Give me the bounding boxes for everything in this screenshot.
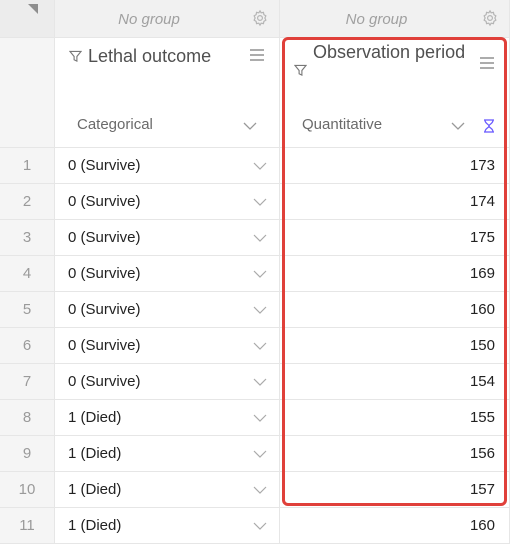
- menu-icon[interactable]: [479, 56, 495, 70]
- cell-value: 0 (Survive): [68, 157, 141, 174]
- filter-icon[interactable]: [69, 50, 82, 63]
- cell-value: 1 (Died): [68, 481, 122, 498]
- cell-value: 160: [469, 517, 495, 534]
- column-title-wrap: Lethal outcome: [69, 46, 239, 66]
- row-number[interactable]: 5: [0, 292, 55, 328]
- cell-value: 156: [469, 445, 495, 462]
- cell-value: 0 (Survive): [68, 337, 141, 354]
- column-header-observation-period[interactable]: Observation period Quantitative: [280, 38, 510, 148]
- gear-icon[interactable]: [481, 9, 499, 27]
- cell-value: 1 (Died): [68, 409, 122, 426]
- gear-icon[interactable]: [251, 9, 269, 27]
- cell-value: 157: [469, 481, 495, 498]
- cell-value: 150: [469, 337, 495, 354]
- menu-icon[interactable]: [249, 48, 265, 62]
- row-number[interactable]: 1: [0, 148, 55, 184]
- cell-value: 154: [469, 373, 495, 390]
- chevron-down-icon[interactable]: [253, 342, 267, 350]
- row-number[interactable]: 9: [0, 436, 55, 472]
- row-number[interactable]: 2: [0, 184, 55, 220]
- cell-lethal-outcome[interactable]: 0 (Survive): [55, 148, 280, 184]
- cell-lethal-outcome[interactable]: 1 (Died): [55, 508, 280, 544]
- chevron-down-icon[interactable]: [253, 522, 267, 530]
- cell-lethal-outcome[interactable]: 0 (Survive): [55, 220, 280, 256]
- chevron-down-icon[interactable]: [253, 198, 267, 206]
- column-header-lethal-outcome[interactable]: Lethal outcome Categorical: [55, 38, 280, 148]
- cell-lethal-outcome[interactable]: 0 (Survive): [55, 184, 280, 220]
- row-number[interactable]: 10: [0, 472, 55, 508]
- select-all-corner[interactable]: [0, 0, 55, 38]
- row-number[interactable]: 4: [0, 256, 55, 292]
- row-number[interactable]: 11: [0, 508, 55, 544]
- cell-value: 160: [469, 301, 495, 318]
- cell-lethal-outcome[interactable]: 1 (Died): [55, 400, 280, 436]
- chevron-down-icon[interactable]: [253, 450, 267, 458]
- group-header-observation-period: No group: [280, 0, 510, 38]
- group-header-lethal-outcome: No group: [55, 0, 280, 38]
- cell-observation-period[interactable]: 160: [280, 292, 510, 328]
- chevron-down-icon[interactable]: [243, 122, 257, 130]
- column-title: Observation period: [313, 42, 466, 62]
- chevron-down-icon[interactable]: [253, 414, 267, 422]
- cell-value: 174: [469, 193, 495, 210]
- chevron-down-icon[interactable]: [253, 162, 267, 170]
- cell-observation-period[interactable]: 150: [280, 328, 510, 364]
- group-label: No group: [118, 11, 180, 28]
- row-number-header: [0, 38, 55, 148]
- cell-observation-period[interactable]: 160: [280, 508, 510, 544]
- cell-observation-period[interactable]: 157: [280, 472, 510, 508]
- chevron-down-icon[interactable]: [253, 486, 267, 494]
- cell-value: 173: [469, 157, 495, 174]
- cell-observation-period[interactable]: 154: [280, 364, 510, 400]
- cell-lethal-outcome[interactable]: 0 (Survive): [55, 292, 280, 328]
- cell-value: 1 (Died): [68, 517, 122, 534]
- cell-lethal-outcome[interactable]: 0 (Survive): [55, 328, 280, 364]
- cell-lethal-outcome[interactable]: 0 (Survive): [55, 256, 280, 292]
- column-title: Lethal outcome: [88, 46, 212, 66]
- cell-value: 175: [469, 229, 495, 246]
- cell-observation-period[interactable]: 174: [280, 184, 510, 220]
- row-number[interactable]: 6: [0, 328, 55, 364]
- hourglass-icon[interactable]: [483, 119, 495, 133]
- cell-value: 0 (Survive): [68, 373, 141, 390]
- row-number[interactable]: 7: [0, 364, 55, 400]
- cell-value: 169: [469, 265, 495, 282]
- cell-value: 0 (Survive): [68, 229, 141, 246]
- cell-value: 0 (Survive): [68, 193, 141, 210]
- cell-observation-period[interactable]: 169: [280, 256, 510, 292]
- data-grid: No group No group Lethal outcome Categor…: [0, 0, 510, 545]
- cell-value: 155: [469, 409, 495, 426]
- chevron-down-icon[interactable]: [253, 378, 267, 386]
- cell-value: 0 (Survive): [68, 265, 141, 282]
- column-type-label: Categorical: [77, 116, 153, 133]
- cell-value: 0 (Survive): [68, 301, 141, 318]
- cell-observation-period[interactable]: 155: [280, 400, 510, 436]
- chevron-down-icon[interactable]: [451, 122, 465, 130]
- cell-lethal-outcome[interactable]: 0 (Survive): [55, 364, 280, 400]
- filter-icon[interactable]: [294, 64, 307, 77]
- cell-lethal-outcome[interactable]: 1 (Died): [55, 472, 280, 508]
- chevron-down-icon[interactable]: [253, 270, 267, 278]
- cell-lethal-outcome[interactable]: 1 (Died): [55, 436, 280, 472]
- chevron-down-icon[interactable]: [253, 234, 267, 242]
- row-number[interactable]: 8: [0, 400, 55, 436]
- corner-triangle-icon: [28, 4, 38, 14]
- cell-observation-period[interactable]: 156: [280, 436, 510, 472]
- cell-observation-period[interactable]: 173: [280, 148, 510, 184]
- chevron-down-icon[interactable]: [253, 306, 267, 314]
- cell-observation-period[interactable]: 175: [280, 220, 510, 256]
- column-type-label: Quantitative: [302, 116, 383, 133]
- group-label: No group: [345, 11, 408, 28]
- column-title-wrap: Observation period: [294, 42, 469, 77]
- row-number[interactable]: 3: [0, 220, 55, 256]
- cell-value: 1 (Died): [68, 445, 122, 462]
